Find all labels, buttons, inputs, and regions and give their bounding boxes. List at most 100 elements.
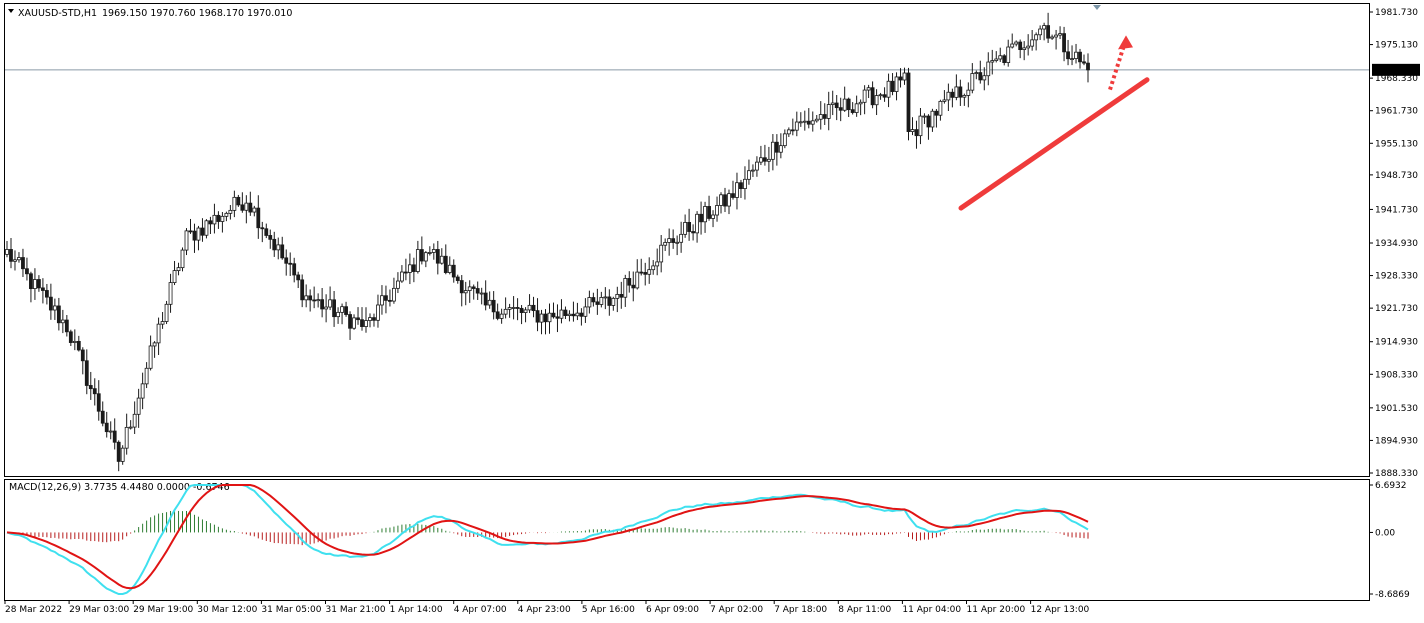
candle-body <box>1002 55 1007 63</box>
candle-body <box>874 95 879 106</box>
candle-body <box>300 279 305 301</box>
candle-body <box>878 94 883 97</box>
candle-body <box>483 292 488 306</box>
candle-body <box>120 447 125 462</box>
candle-body <box>802 120 807 123</box>
candle-body <box>906 72 911 132</box>
candle-body <box>411 264 416 272</box>
candle-body <box>774 141 779 153</box>
candle-body <box>527 304 532 311</box>
candle-body <box>675 241 680 244</box>
candle-body <box>423 252 428 262</box>
candle-body <box>487 299 492 306</box>
candle-body <box>759 157 763 163</box>
price-tick-label: 1888.330 <box>1375 469 1418 479</box>
candle-body <box>623 278 628 298</box>
candle-body <box>910 129 915 132</box>
candle-body <box>276 244 281 251</box>
candle-body <box>168 282 173 305</box>
price-tick-label: 1948.730 <box>1375 171 1418 181</box>
candle-body <box>703 206 707 223</box>
candle-body <box>739 182 743 190</box>
candle-body <box>1026 45 1031 49</box>
candle-body <box>33 279 37 289</box>
candle-body <box>1022 47 1027 50</box>
candle-body <box>842 98 847 111</box>
candle-body <box>862 89 867 103</box>
candle-body <box>244 202 249 211</box>
macd-tick-label: -8.6869 <box>1375 590 1410 600</box>
candle-body <box>184 230 189 251</box>
macd-axis: 6.6932 0.00 -8.6869 <box>1369 481 1410 600</box>
candle-body <box>1014 41 1019 45</box>
candle-body <box>587 297 592 308</box>
time-tick-label: 11 Apr 04:00 <box>902 605 961 615</box>
candle-body <box>380 295 384 306</box>
candle-body <box>419 249 424 262</box>
candle-body <box>388 299 392 302</box>
candle-body <box>531 304 536 312</box>
candle-body <box>372 317 376 321</box>
candle-body <box>475 288 480 294</box>
price-tick-label: 1894.930 <box>1375 436 1418 446</box>
price-tick-label: 1941.730 <box>1375 205 1418 215</box>
candle-body <box>17 257 21 261</box>
candle-body <box>72 340 77 343</box>
candle-body <box>64 319 69 333</box>
candle-body <box>942 99 947 102</box>
price-tick-label: 1981.730 <box>1375 8 1418 18</box>
candle-body <box>966 89 971 96</box>
candle-body <box>575 312 580 317</box>
candle-body <box>986 61 991 77</box>
candle-body <box>459 280 464 294</box>
price-tick-label: 1908.330 <box>1375 370 1418 380</box>
time-tick-label: 8 Apr 11:00 <box>838 605 891 615</box>
candle-body <box>794 121 799 131</box>
candle-body <box>172 270 177 284</box>
current-price-tag: 1970.010 <box>1372 63 1420 76</box>
candle-body <box>324 306 329 310</box>
candle-body <box>615 294 620 299</box>
candle-body <box>563 309 568 316</box>
candle-body <box>48 296 53 311</box>
candle-body <box>56 305 61 324</box>
candle-body <box>224 212 229 217</box>
candle-body <box>392 287 396 302</box>
candle-body <box>711 214 715 219</box>
candle-body <box>647 269 652 275</box>
candle-body <box>583 306 588 317</box>
candle-body <box>308 295 313 301</box>
candle-body <box>360 319 364 327</box>
candle-body <box>332 299 336 318</box>
candle-body <box>84 360 89 386</box>
candle-body <box>415 249 420 272</box>
candle-body <box>1030 39 1035 47</box>
chart-root: XAUUSD-STD,H1 1969.150 1970.760 1968.170… <box>4 3 1420 615</box>
candle-body <box>152 342 157 347</box>
candle-body <box>80 349 85 362</box>
candle-body <box>814 118 819 122</box>
candle-body <box>954 86 959 98</box>
candle-body <box>364 320 368 327</box>
candle-body <box>427 252 432 254</box>
price-tick-label: 1955.130 <box>1375 139 1418 149</box>
candle-body <box>220 215 225 222</box>
candle-body <box>607 296 612 306</box>
candle-body <box>29 273 33 289</box>
time-tick-label: 28 Mar 2022 <box>5 605 62 615</box>
candle-body <box>37 279 41 289</box>
macd-label: MACD(12,26,9) 3.7735 4.4480 0.0000 -0.67… <box>9 482 230 493</box>
macd-panel[interactable] <box>4 479 1370 601</box>
candle-body <box>519 307 524 314</box>
price-panel[interactable] <box>4 3 1370 477</box>
candle-body <box>559 309 564 319</box>
candle-body <box>288 262 293 265</box>
candle-body <box>431 249 436 253</box>
candle-body <box>1010 43 1015 48</box>
candle-body <box>124 426 129 449</box>
candle-body <box>160 321 165 325</box>
candle-body <box>384 295 388 301</box>
candle-body <box>663 242 668 246</box>
candle-body <box>260 227 265 230</box>
candle-body <box>958 86 963 98</box>
